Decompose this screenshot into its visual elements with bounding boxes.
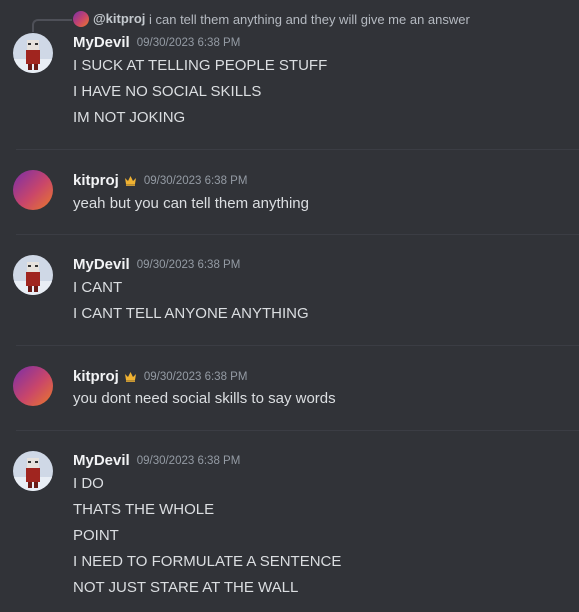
reply-preview[interactable]: @kitproj i can tell them anything and th… xyxy=(0,9,579,32)
message-header: MyDevil 09/30/2023 6:38 PM xyxy=(73,452,240,469)
message-text: THATS THE WHOLE xyxy=(73,501,215,518)
message-text: I HAVE NO SOCIAL SKILLS xyxy=(73,83,262,100)
crown-icon xyxy=(124,176,136,186)
message-text: IM NOT JOKING xyxy=(73,109,186,126)
reply-text[interactable]: i can tell them anything and they will g… xyxy=(149,12,470,27)
user-avatar[interactable] xyxy=(13,255,53,295)
username[interactable]: kitproj xyxy=(73,172,119,189)
message-text: you dont need social skills to say words xyxy=(73,390,336,407)
user-avatar[interactable] xyxy=(13,33,53,73)
timestamp: 09/30/2023 6:38 PM xyxy=(143,370,248,383)
user-avatar[interactable] xyxy=(13,451,53,491)
message-divider xyxy=(16,345,579,346)
timestamp: 09/30/2023 6:38 PM xyxy=(143,174,248,187)
username[interactable]: MyDevil xyxy=(73,34,130,51)
username[interactable]: MyDevil xyxy=(73,452,130,469)
reply-connector xyxy=(32,19,72,32)
message-text: I DO xyxy=(73,475,104,492)
message-text: yeah but you can tell them anything xyxy=(73,195,309,212)
user-avatar[interactable] xyxy=(13,170,53,210)
timestamp: 09/30/2023 6:38 PM xyxy=(136,454,241,467)
message-divider xyxy=(16,430,579,431)
message-header: MyDevil 09/30/2023 6:38 PM xyxy=(73,256,240,273)
message-divider xyxy=(16,149,579,150)
message-divider xyxy=(16,234,579,235)
reply-username[interactable]: @kitproj xyxy=(93,11,145,26)
username[interactable]: MyDevil xyxy=(73,256,130,273)
user-avatar[interactable] xyxy=(13,366,53,406)
reply-avatar[interactable] xyxy=(73,11,89,27)
message-text: I NEED TO FORMULATE A SENTENCE xyxy=(73,553,342,570)
message-text: I SUCK AT TELLING PEOPLE STUFF xyxy=(73,57,328,74)
message-header: kitproj 09/30/2023 6:38 PM xyxy=(73,368,247,385)
message-text: POINT xyxy=(73,527,119,544)
message-header: kitproj 09/30/2023 6:38 PM xyxy=(73,172,247,189)
crown-icon xyxy=(124,372,136,382)
message-text: I CANT TELL ANYONE ANYTHING xyxy=(73,305,309,322)
timestamp: 09/30/2023 6:38 PM xyxy=(136,258,241,271)
username[interactable]: kitproj xyxy=(73,368,119,385)
message-header: MyDevil 09/30/2023 6:38 PM xyxy=(73,34,240,51)
message-text: NOT JUST STARE AT THE WALL xyxy=(73,579,299,596)
timestamp: 09/30/2023 6:38 PM xyxy=(136,36,241,49)
message-text: I CANT xyxy=(73,279,123,296)
